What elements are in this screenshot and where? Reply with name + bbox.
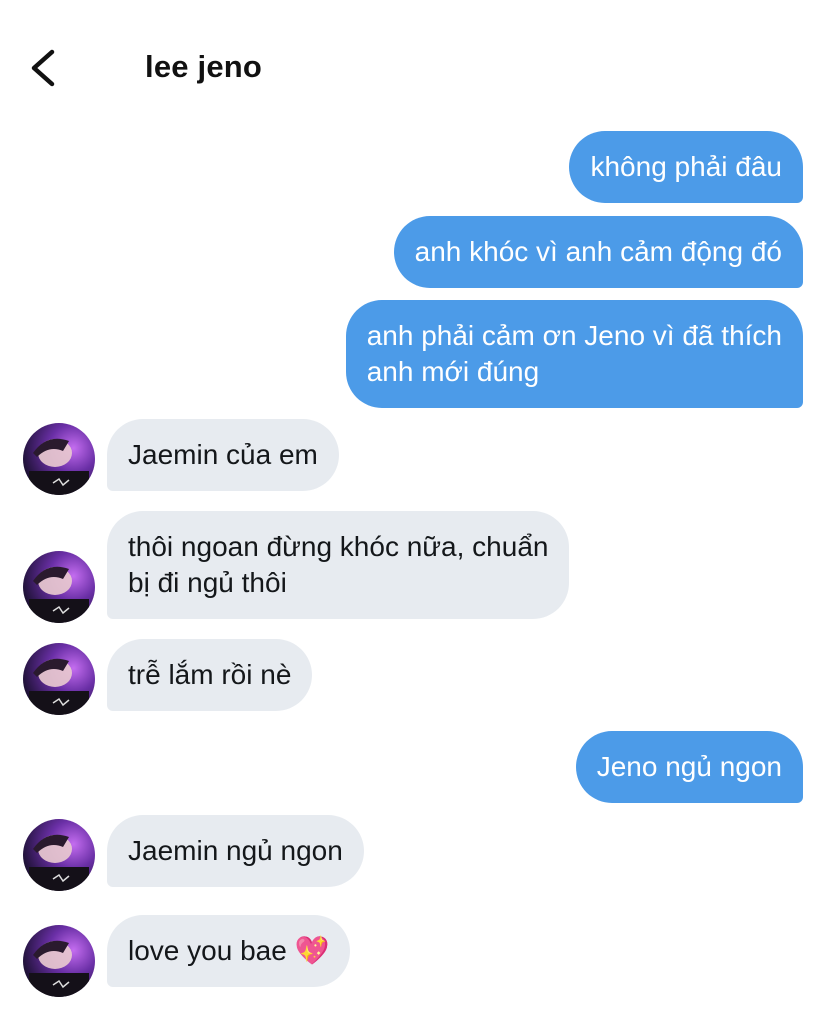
message-text-line: anh mới đúng: [366, 356, 540, 387]
message-text-line: bị đi ngủ thôi: [128, 567, 287, 598]
message-text: Jaemin ngủ ngon: [128, 835, 343, 866]
avatar[interactable]: [23, 819, 95, 891]
chat-screen: lee jeno không phải đâu anh khóc vì anh …: [0, 0, 826, 1009]
message-outgoing[interactable]: anh khóc vì anh cảm động đó: [393, 216, 803, 288]
message-incoming[interactable]: Jaemin ngủ ngon: [107, 815, 364, 887]
avatar[interactable]: [23, 643, 95, 715]
message-text: love you bae 💖: [128, 935, 330, 966]
avatar[interactable]: [23, 551, 95, 623]
avatar[interactable]: [23, 925, 95, 997]
profile-photo: [23, 643, 95, 715]
message-outgoing[interactable]: Jeno ngủ ngon: [575, 731, 803, 803]
chevron-left-icon: [31, 49, 55, 87]
message-text: trễ lắm rồi nè: [128, 659, 292, 690]
message-text: Jeno ngủ ngon: [596, 751, 782, 782]
message-text-line: anh phải cảm ơn Jeno vì đã thích: [366, 320, 782, 351]
message-text-line: thôi ngoan đừng khóc nữa, chuẩn: [128, 531, 549, 562]
message-text: Jaemin của em: [128, 439, 318, 470]
conversation-title: lee jeno: [145, 49, 263, 84]
message-incoming[interactable]: thôi ngoan đừng khóc nữa, chuẩn bị đi ng…: [107, 511, 570, 619]
profile-photo: [23, 925, 95, 997]
avatar[interactable]: [23, 423, 95, 495]
message-incoming[interactable]: love you bae 💖: [107, 915, 351, 987]
profile-photo: [23, 551, 95, 623]
profile-photo: [23, 819, 95, 891]
chat-header: lee jeno: [0, 0, 826, 110]
message-outgoing[interactable]: không phải đâu: [569, 131, 803, 203]
back-button[interactable]: [24, 44, 64, 92]
message-outgoing[interactable]: anh phải cảm ơn Jeno vì đã thích anh mới…: [345, 300, 803, 408]
message-incoming[interactable]: Jaemin của em: [107, 419, 339, 491]
message-text: anh khóc vì anh cảm động đó: [414, 236, 782, 267]
message-incoming[interactable]: trễ lắm rồi nè: [107, 639, 313, 711]
message-text: không phải đâu: [590, 151, 782, 182]
profile-photo: [23, 423, 95, 495]
